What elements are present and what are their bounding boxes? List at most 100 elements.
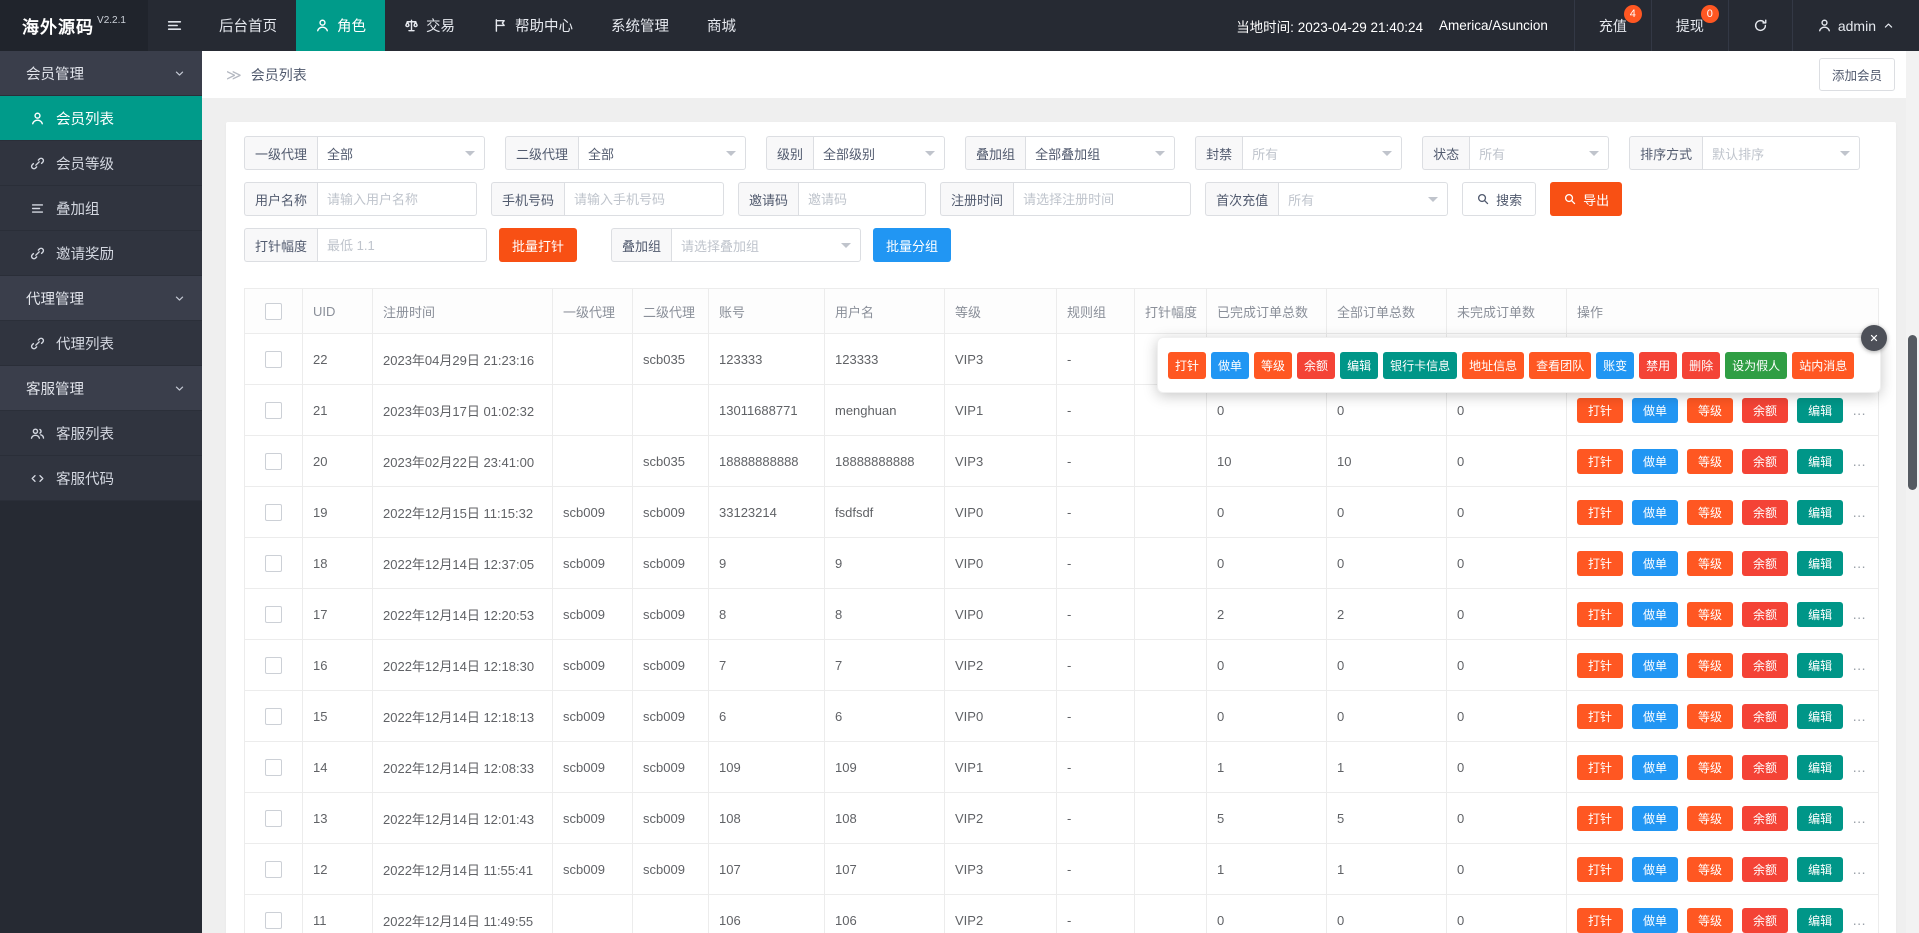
agent-level1-select[interactable]: 全部 <box>317 136 486 170</box>
inject-action-button[interactable]: 打针 <box>1577 499 1624 525</box>
more-actions-button[interactable]: … <box>1852 657 1867 673</box>
overlay-group-select[interactable]: 全部叠加组 <box>1025 136 1176 170</box>
sidebar-group[interactable]: 客服管理 <box>0 366 202 411</box>
inject-action-button[interactable]: 打针 <box>1577 601 1624 627</box>
popup-close-button[interactable] <box>1861 325 1887 351</box>
make-order-action-button[interactable]: 做单 <box>1632 499 1679 525</box>
level-action-button[interactable]: 等级 <box>1687 499 1734 525</box>
more-actions-button[interactable]: … <box>1852 810 1867 826</box>
withdraw-link[interactable]: 提现 0 <box>1650 0 1728 51</box>
row-checkbox[interactable] <box>265 401 282 419</box>
inject-action-button[interactable]: 打针 <box>1577 703 1624 729</box>
sidebar-group[interactable]: 会员管理 <box>0 51 202 96</box>
balance-action-button[interactable]: 余额 <box>1742 652 1789 678</box>
inject-action-button[interactable]: 打针 <box>1577 805 1624 831</box>
edit-action-button[interactable]: 编辑 <box>1797 448 1844 474</box>
inject-action-button[interactable]: 打针 <box>1577 754 1624 780</box>
edit-action-button[interactable]: 编辑 <box>1797 397 1844 423</box>
top-menu-item[interactable]: 交易 <box>385 0 474 51</box>
export-button[interactable]: 导出 <box>1550 182 1623 216</box>
admin-menu[interactable]: admin <box>1791 0 1919 51</box>
level-action-button[interactable]: 等级 <box>1687 397 1734 423</box>
level-action-button[interactable]: 等级 <box>1687 907 1734 933</box>
sidebar-item[interactable]: 客服代码 <box>0 456 202 501</box>
make-order-action-button[interactable]: 做单 <box>1632 601 1679 627</box>
first-recharge-select[interactable]: 所有 <box>1278 182 1449 216</box>
make-order-action-button[interactable]: 做单 <box>1632 754 1679 780</box>
more-actions-button[interactable]: … <box>1852 504 1867 520</box>
row-checkbox[interactable] <box>265 758 282 776</box>
sidebar-group[interactable]: 代理管理 <box>0 276 202 321</box>
top-menu-item[interactable]: 帮助中心 <box>474 0 592 51</box>
edit-action-button[interactable]: 编辑 <box>1797 754 1844 780</box>
row-checkbox[interactable] <box>265 656 282 674</box>
edit-action-button[interactable]: 编辑 <box>1797 703 1844 729</box>
refresh-button[interactable] <box>1727 0 1792 51</box>
popup-address-info-button[interactable]: 地址信息 <box>1462 351 1525 379</box>
inject-action-button[interactable]: 打针 <box>1577 550 1624 576</box>
sidebar-item[interactable]: 客服列表 <box>0 411 202 456</box>
row-checkbox[interactable] <box>265 503 282 521</box>
balance-action-button[interactable]: 余额 <box>1742 754 1789 780</box>
balance-action-button[interactable]: 余额 <box>1742 448 1789 474</box>
top-menu-item[interactable]: 角色 <box>296 0 385 51</box>
row-checkbox[interactable] <box>265 350 282 368</box>
status-select[interactable]: 所有 <box>1469 136 1610 170</box>
top-menu-item[interactable]: 系统管理 <box>592 0 688 51</box>
sidebar-item[interactable]: 邀请奖励 <box>0 231 202 276</box>
edit-action-button[interactable]: 编辑 <box>1797 805 1844 831</box>
top-menu-item[interactable]: 商城 <box>688 0 755 51</box>
popup-make-order-button[interactable]: 做单 <box>1211 351 1250 379</box>
balance-action-button[interactable]: 余额 <box>1742 703 1789 729</box>
make-order-action-button[interactable]: 做单 <box>1632 550 1679 576</box>
sidebar-toggle-button[interactable] <box>148 0 200 51</box>
batch-inject-button[interactable]: 批量打针 <box>499 228 578 262</box>
popup-edit-button[interactable]: 编辑 <box>1340 351 1379 379</box>
batch-overlay-group-select[interactable]: 请选择叠加组 <box>671 228 862 262</box>
select-all-checkbox[interactable] <box>265 302 282 320</box>
sort-order-select[interactable]: 默认排序 <box>1702 136 1861 170</box>
level-action-button[interactable]: 等级 <box>1687 652 1734 678</box>
add-member-button[interactable]: 添加会员 <box>1818 58 1895 91</box>
balance-action-button[interactable]: 余额 <box>1742 499 1789 525</box>
level-action-button[interactable]: 等级 <box>1687 550 1734 576</box>
ban-status-select[interactable]: 所有 <box>1242 136 1403 170</box>
popup-delete-button[interactable]: 删除 <box>1682 351 1721 379</box>
edit-action-button[interactable]: 编辑 <box>1797 856 1844 882</box>
balance-action-button[interactable]: 余额 <box>1742 397 1789 423</box>
level-action-button[interactable]: 等级 <box>1687 805 1734 831</box>
make-order-action-button[interactable]: 做单 <box>1632 907 1679 933</box>
more-actions-button[interactable]: … <box>1852 912 1867 928</box>
row-checkbox[interactable] <box>265 452 282 470</box>
search-button[interactable]: 搜索 <box>1462 182 1537 216</box>
balance-action-button[interactable]: 余额 <box>1742 856 1789 882</box>
level-action-button[interactable]: 等级 <box>1687 856 1734 882</box>
edit-action-button[interactable]: 编辑 <box>1797 652 1844 678</box>
inject-action-button[interactable]: 打针 <box>1577 397 1624 423</box>
popup-account-change-button[interactable]: 账变 <box>1596 351 1635 379</box>
row-checkbox[interactable] <box>265 911 282 929</box>
inject-action-button[interactable]: 打针 <box>1577 856 1624 882</box>
inject-action-button[interactable]: 打针 <box>1577 652 1624 678</box>
make-order-action-button[interactable]: 做单 <box>1632 805 1679 831</box>
more-actions-button[interactable]: … <box>1852 453 1867 469</box>
make-order-action-button[interactable]: 做单 <box>1632 703 1679 729</box>
row-checkbox[interactable] <box>265 605 282 623</box>
phone-input[interactable] <box>564 182 725 216</box>
row-checkbox[interactable] <box>265 554 282 572</box>
more-actions-button[interactable]: … <box>1852 402 1867 418</box>
level-action-button[interactable]: 等级 <box>1687 448 1734 474</box>
popup-level-button[interactable]: 等级 <box>1254 351 1293 379</box>
invite-code-input[interactable] <box>798 182 927 216</box>
popup-set-as-fake-button[interactable]: 设为假人 <box>1725 351 1788 379</box>
make-order-action-button[interactable]: 做单 <box>1632 448 1679 474</box>
level-action-button[interactable]: 等级 <box>1687 703 1734 729</box>
edit-action-button[interactable]: 编辑 <box>1797 601 1844 627</box>
more-actions-button[interactable]: … <box>1852 861 1867 877</box>
edit-action-button[interactable]: 编辑 <box>1797 499 1844 525</box>
popup-inject-button[interactable]: 打针 <box>1168 351 1207 379</box>
batch-group-button[interactable]: 批量分组 <box>873 228 952 262</box>
balance-action-button[interactable]: 余额 <box>1742 907 1789 933</box>
more-actions-button[interactable]: … <box>1852 759 1867 775</box>
level-action-button[interactable]: 等级 <box>1687 754 1734 780</box>
